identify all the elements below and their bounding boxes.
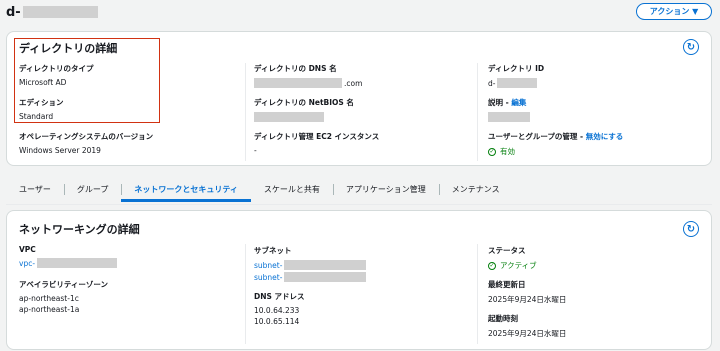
- last-updated-value: 2025年9月24日水曜日: [488, 295, 567, 304]
- redacted-subnet-id: [284, 260, 367, 270]
- vpc-link[interactable]: vpc-: [19, 259, 35, 268]
- tab-maintenance[interactable]: メンテナンス: [438, 182, 513, 202]
- actions-button[interactable]: アクション ▼: [636, 3, 712, 20]
- os-version-value: Windows Server 2019: [19, 146, 101, 155]
- check-circle-icon: ✓: [488, 261, 496, 270]
- status-value-text: アクティブ: [500, 261, 537, 270]
- subnet-value: subnet-: [254, 260, 367, 270]
- directory-id-value: d-: [488, 78, 544, 88]
- networking-details-title: ネットワーキングの詳細: [19, 223, 140, 236]
- check-circle-icon: ✓: [488, 147, 496, 156]
- vpc-field: VPC vpc-: [19, 245, 118, 268]
- dns-name-suffix: .com: [344, 78, 363, 88]
- refresh-icon[interactable]: ↻: [683, 221, 699, 237]
- status-field: ステータス ✓ アクティブ: [488, 245, 537, 271]
- column-divider: [477, 244, 478, 344]
- vpc-value: vpc-: [19, 258, 118, 268]
- vpc-label: VPC: [19, 245, 36, 254]
- directory-id-prefix: d-: [488, 78, 496, 88]
- launch-time-value: 2025年9月24日水曜日: [488, 329, 567, 338]
- launch-time-label: 起動時刻: [488, 314, 518, 323]
- ec2-instance-value: -: [254, 146, 257, 155]
- description-field: 説明 - 編集: [488, 97, 530, 122]
- availability-zone-field: アベイラビリティーゾーン ap-northeast-1c ap-northeas…: [19, 279, 108, 314]
- redacted-netbios-name: [254, 112, 324, 122]
- user-group-management-field: ユーザーとグループの管理 - 無効にする ✓ 有効: [488, 131, 623, 157]
- redacted-subnet-id: [284, 272, 367, 282]
- status-label: ステータス: [488, 246, 526, 255]
- networking-details-panel: ネットワーキングの詳細 ↻ VPC vpc- アベイラビリティーゾーン ap-n…: [6, 210, 712, 350]
- user-group-management-label-text: ユーザーとグループの管理 -: [488, 132, 586, 141]
- subnet-field: サブネット subnet- subnet-: [254, 245, 367, 282]
- tab-scale-share[interactable]: スケールと共有: [251, 182, 333, 202]
- netbios-name-label: ディレクトリの NetBIOS 名: [254, 98, 354, 107]
- tab-groups[interactable]: グループ: [63, 182, 122, 202]
- availability-zone-label: アベイラビリティーゾーン: [19, 280, 109, 289]
- last-updated-field: 最終更新日 2025年9月24日水曜日: [488, 279, 566, 305]
- tab-bar: ユーザー グループ ネットワークとセキュリティ スケールと共有 アプリケーション…: [6, 182, 712, 204]
- tab-users[interactable]: ユーザー: [6, 182, 64, 202]
- disable-user-management-link[interactable]: 無効にする: [586, 132, 624, 141]
- subnet-link[interactable]: subnet-: [254, 261, 282, 270]
- dns-address-label: DNS アドレス: [254, 292, 305, 301]
- description-label: 説明 - 編集: [488, 97, 530, 108]
- edit-description-link[interactable]: 編集: [511, 98, 526, 107]
- ec2-instance-field: ディレクトリ管理 EC2 インスタンス -: [254, 131, 379, 155]
- ec2-instance-label: ディレクトリ管理 EC2 インスタンス: [254, 132, 380, 141]
- subnet-label: サブネット: [254, 246, 292, 255]
- dns-name-field: ディレクトリの DNS 名 .com: [254, 63, 362, 88]
- subnet-link[interactable]: subnet-: [254, 273, 282, 282]
- redacted-vpc-id: [37, 258, 118, 268]
- user-group-management-label: ユーザーとグループの管理 - 無効にする: [488, 131, 623, 142]
- tab-application-management[interactable]: アプリケーション管理: [332, 182, 439, 202]
- directory-id-field: ディレクトリ ID d-: [488, 63, 544, 88]
- dns-address-value: 10.0.64.233: [254, 306, 300, 315]
- dns-address-field: DNS アドレス 10.0.64.233 10.0.65.114: [254, 291, 305, 326]
- column-divider: [477, 63, 478, 161]
- column-divider: [245, 63, 246, 161]
- dns-address-value: 10.0.65.114: [254, 317, 300, 326]
- page-header: d- アクション ▼: [0, 0, 720, 26]
- launch-time-field: 起動時刻 2025年9月24日水曜日: [488, 313, 566, 339]
- availability-zone-value: ap-northeast-1c: [19, 294, 79, 303]
- availability-zone-value: ap-northeast-1a: [19, 305, 80, 314]
- os-version-label: オペレーティングシステムのバージョン: [19, 132, 154, 141]
- netbios-name-field: ディレクトリの NetBIOS 名: [254, 97, 354, 122]
- dns-name-label: ディレクトリの DNS 名: [254, 64, 337, 73]
- description-value: [488, 112, 530, 122]
- refresh-icon[interactable]: ↻: [683, 39, 699, 55]
- highlight-box: [14, 38, 160, 123]
- netbios-name-value: [254, 112, 354, 122]
- last-updated-label: 最終更新日: [488, 280, 526, 289]
- tab-bar-divider: [6, 204, 712, 205]
- user-group-management-status: ✓ 有効: [488, 146, 623, 157]
- redacted-directory-id: [23, 6, 98, 18]
- directory-id-label: ディレクトリ ID: [488, 64, 545, 73]
- page-title: d-: [6, 5, 21, 20]
- status-value: ✓ アクティブ: [488, 260, 537, 271]
- redacted-description: [488, 112, 530, 122]
- description-label-text: 説明 -: [488, 98, 512, 107]
- subnet-value: subnet-: [254, 272, 367, 282]
- tab-network-security[interactable]: ネットワークとセキュリティ: [121, 182, 251, 202]
- os-version-field: オペレーティングシステムのバージョン Windows Server 2019: [19, 131, 153, 155]
- dns-name-value: .com: [254, 78, 362, 88]
- column-divider: [245, 244, 246, 344]
- redacted-directory-id-value: [497, 78, 538, 88]
- redacted-dns-name: [254, 78, 342, 88]
- user-group-management-status-text: 有効: [500, 147, 515, 156]
